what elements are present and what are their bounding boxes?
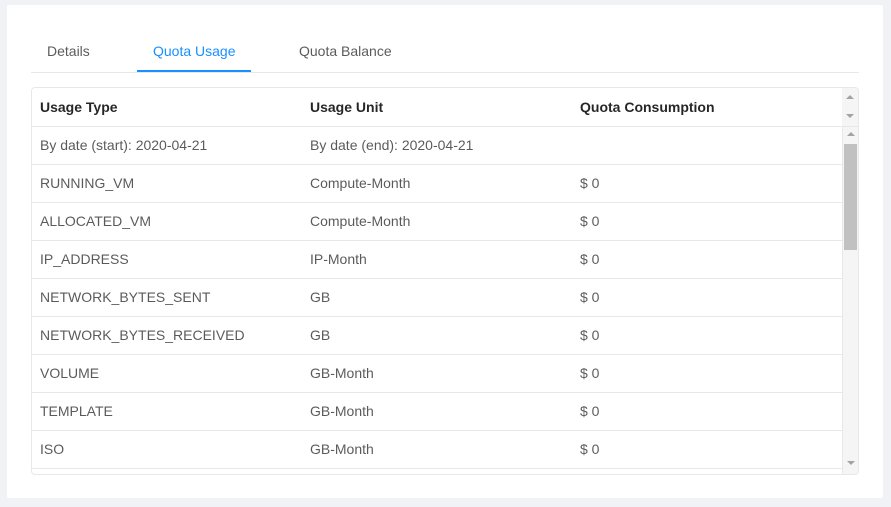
table-scrollbar[interactable] — [842, 127, 858, 474]
cell-quota-consumption: $ 0 — [580, 289, 600, 305]
cell-usage-unit: GB-Month — [310, 441, 374, 457]
scroll-up-arrow-icon[interactable] — [846, 95, 854, 99]
cell-usage-type: VOLUME — [40, 365, 100, 381]
table-row[interactable]: VOLUME GB-Month $ 0 — [32, 355, 842, 393]
cell-quota-consumption: $ 0 — [580, 175, 600, 191]
active-tab-indicator — [137, 70, 251, 72]
cell-quota-consumption: $ 0 — [580, 365, 600, 381]
table-row[interactable]: By date (start): 2020-04-21 By date (end… — [32, 127, 842, 165]
column-header-usage-type[interactable]: Usage Type — [40, 88, 118, 126]
cell-usage-unit: Compute-Month — [310, 175, 411, 191]
tab-quota-usage[interactable]: Quota Usage — [153, 31, 236, 70]
scroll-up-arrow-icon[interactable] — [847, 132, 855, 136]
cell-usage-type: ISO — [40, 441, 65, 457]
table-row[interactable] — [32, 469, 842, 474]
table-row[interactable]: IP_ADDRESS IP-Month $ 0 — [32, 241, 842, 279]
table-row[interactable]: NETWORK_BYTES_RECEIVED GB $ 0 — [32, 317, 842, 355]
scroll-down-arrow-icon[interactable] — [847, 461, 855, 465]
quota-card: Details Quota Usage Quota Balance Usage … — [7, 5, 883, 498]
cell-usage-type: NETWORK_BYTES_SENT — [40, 289, 211, 305]
cell-quota-consumption: $ 0 — [580, 251, 600, 267]
cell-quota-consumption: $ 0 — [580, 441, 600, 457]
tab-quota-balance[interactable]: Quota Balance — [299, 31, 392, 70]
cell-usage-unit: IP-Month — [310, 251, 367, 267]
cell-usage-type: RUNNING_VM — [40, 175, 135, 191]
cell-usage-type: NETWORK_BYTES_RECEIVED — [40, 327, 245, 343]
quota-usage-table: Usage Type Usage Unit Quota Consumption … — [31, 87, 859, 475]
cell-usage-unit: GB-Month — [310, 365, 374, 381]
cell-usage-unit: Compute-Month — [310, 213, 411, 229]
scroll-down-arrow-icon[interactable] — [846, 114, 854, 118]
table-row[interactable]: TEMPLATE GB-Month $ 0 — [32, 393, 842, 431]
table-row[interactable]: ISO GB-Month $ 0 — [32, 431, 842, 469]
cell-quota-consumption: $ 0 — [580, 213, 600, 229]
scrollbar-thumb[interactable] — [844, 144, 857, 250]
tab-details[interactable]: Details — [47, 31, 90, 70]
cell-usage-unit: GB — [310, 289, 331, 305]
cell-quota-consumption: $ 0 — [580, 327, 600, 343]
cell-usage-type: IP_ADDRESS — [40, 251, 129, 267]
cell-usage-unit: GB-Month — [310, 403, 374, 419]
column-header-quota-consumption[interactable]: Quota Consumption — [580, 88, 715, 126]
header-scrollbar[interactable] — [842, 88, 858, 127]
cell-quota-consumption: $ 0 — [580, 403, 600, 419]
table-header: Usage Type Usage Unit Quota Consumption — [32, 88, 842, 127]
tab-bar: Details Quota Usage Quota Balance — [31, 31, 859, 73]
column-header-usage-unit[interactable]: Usage Unit — [310, 88, 383, 126]
cell-usage-unit: By date (end): 2020-04-21 — [310, 137, 474, 153]
table-row[interactable]: RUNNING_VM Compute-Month $ 0 — [32, 165, 842, 203]
table-row[interactable]: ALLOCATED_VM Compute-Month $ 0 — [32, 203, 842, 241]
cell-usage-type: ALLOCATED_VM — [40, 213, 151, 229]
cell-usage-type: By date (start): 2020-04-21 — [40, 137, 208, 153]
cell-usage-unit: GB — [310, 327, 331, 343]
table-body: By date (start): 2020-04-21 By date (end… — [32, 127, 842, 474]
table-row[interactable]: NETWORK_BYTES_SENT GB $ 0 — [32, 279, 842, 317]
cell-usage-type: TEMPLATE — [40, 403, 113, 419]
